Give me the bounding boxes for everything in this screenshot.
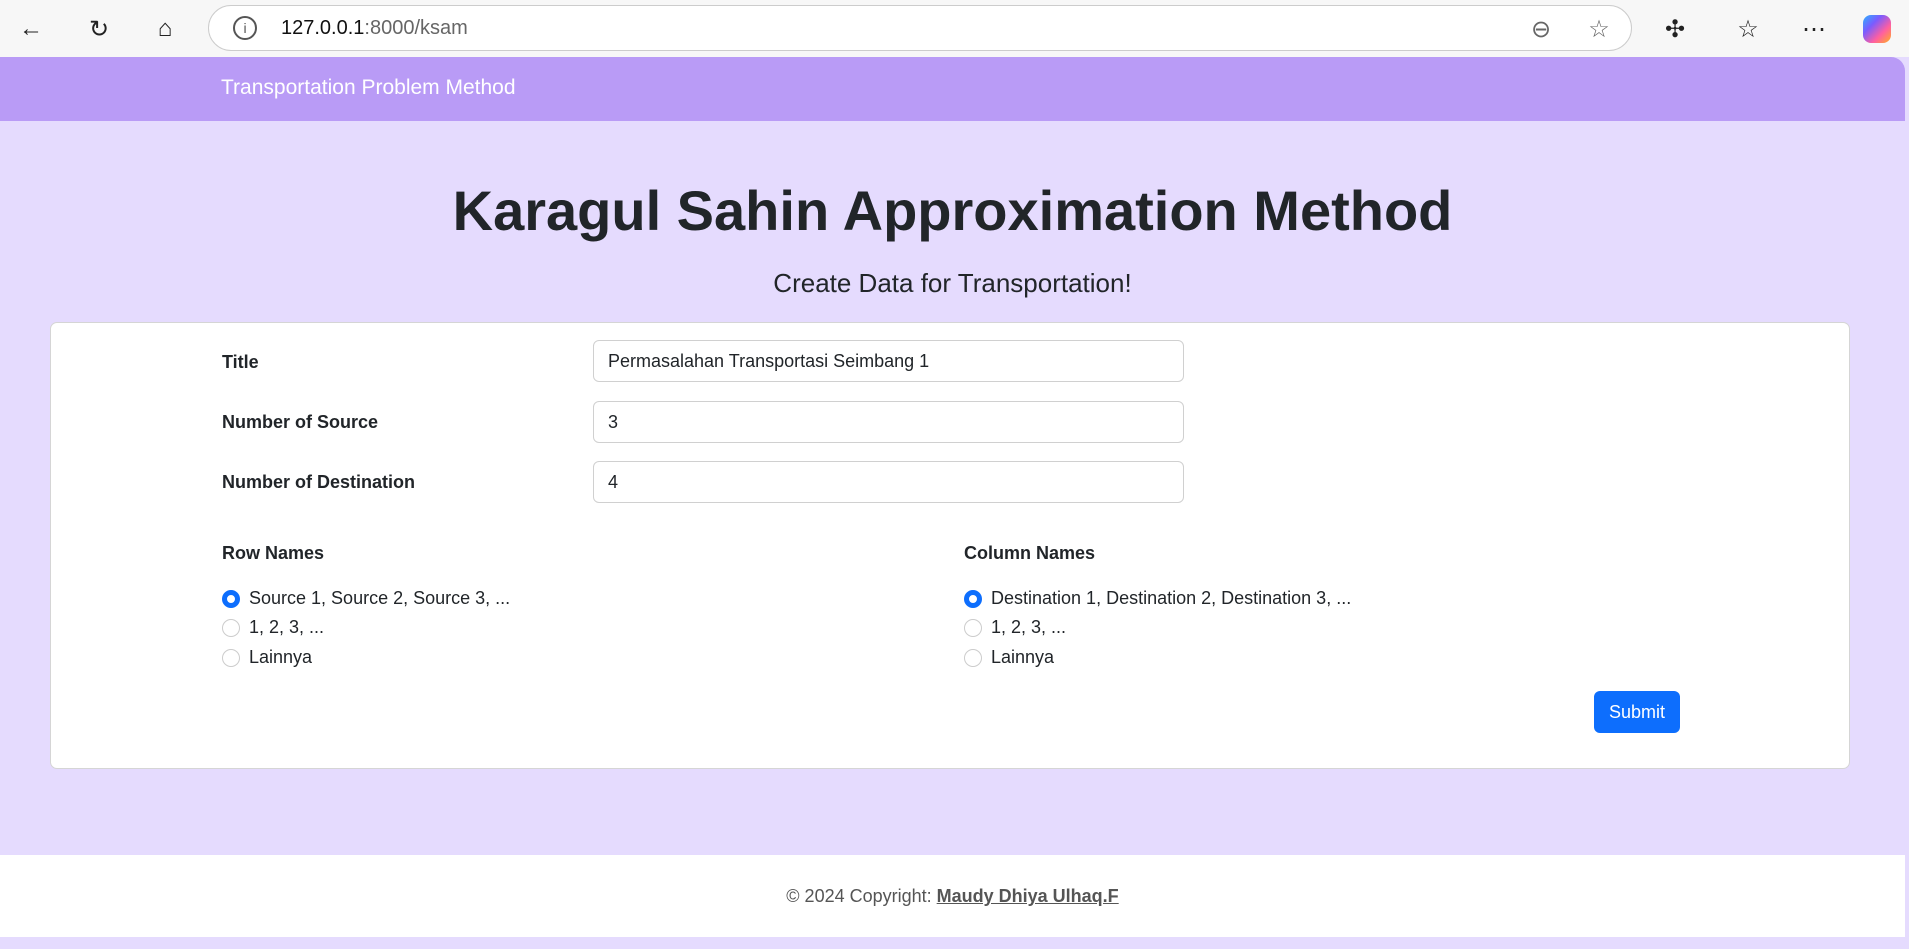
column-names-option[interactable]: Lainnya: [964, 647, 1054, 668]
zoom-out-icon[interactable]: ⊖: [1524, 12, 1558, 46]
favorite-star-icon[interactable]: ☆: [1582, 12, 1616, 46]
form-card: Title Number of Source Number of Destina…: [50, 322, 1850, 769]
copyright-text: © 2024 Copyright:: [786, 886, 937, 906]
refresh-icon[interactable]: ↻: [82, 12, 116, 46]
author-link[interactable]: Maudy Dhiya Ulhaq.F: [937, 886, 1119, 906]
address-bar[interactable]: i 127.0.0.1:8000/ksam ⊖ ☆: [208, 5, 1632, 51]
column-names-option[interactable]: Destination 1, Destination 2, Destinatio…: [964, 588, 1351, 609]
title-input[interactable]: [593, 340, 1184, 382]
option-label: 1, 2, 3, ...: [991, 617, 1067, 637]
radio-button[interactable]: [222, 589, 240, 608]
option-label: Lainnya: [249, 647, 313, 667]
more-icon[interactable]: ⋯: [1797, 12, 1831, 46]
footer: © 2024 Copyright: Maudy Dhiya Ulhaq.F: [0, 855, 1905, 937]
radio-button[interactable]: [964, 648, 982, 667]
radio-button[interactable]: [964, 618, 982, 637]
title-label: Title: [222, 352, 259, 372]
page-title: Karagul Sahin Approximation Method: [452, 179, 1453, 242]
submit-button[interactable]: Submit: [1594, 691, 1680, 733]
site-info-icon[interactable]: i: [233, 16, 257, 40]
favorites-icon[interactable]: ☆: [1731, 12, 1765, 46]
column-names-label: Column Names: [964, 543, 1096, 563]
row-names-option[interactable]: Source 1, Source 2, Source 3, ...: [222, 588, 510, 609]
column-names-option[interactable]: 1, 2, 3, ...: [964, 617, 1066, 638]
url-path: :8000/ksam: [364, 17, 468, 39]
url-host: 127.0.0.1: [281, 17, 365, 39]
row-names-option[interactable]: Lainnya: [222, 647, 312, 668]
number-of-destination-input[interactable]: [593, 461, 1184, 503]
page-subtitle: Create Data for Transportation!: [773, 268, 1132, 298]
copilot-icon[interactable]: [1860, 12, 1894, 46]
source-label: Number of Source: [222, 412, 379, 432]
option-label: Source 1, Source 2, Source 3, ...: [249, 588, 511, 608]
row-names-label: Row Names: [222, 543, 325, 563]
option-label: 1, 2, 3, ...: [249, 617, 325, 637]
radio-button[interactable]: [222, 618, 240, 637]
number-of-source-input[interactable]: [593, 401, 1184, 443]
navbar-brand[interactable]: Transportation Problem Method: [221, 76, 516, 100]
option-label: Destination 1, Destination 2, Destinatio…: [991, 588, 1352, 608]
home-icon[interactable]: ⌂: [148, 12, 182, 46]
browser-toolbar: ← ↻ ⌂ i 127.0.0.1:8000/ksam ⊖ ☆ ✣ ☆ ⋯: [0, 0, 1909, 57]
row-names-option[interactable]: 1, 2, 3, ...: [222, 617, 324, 638]
option-label: Lainnya: [991, 647, 1055, 667]
radio-button[interactable]: [222, 648, 240, 667]
destination-label: Number of Destination: [222, 472, 416, 492]
extensions-icon[interactable]: ✣: [1658, 12, 1692, 46]
navbar: Transportation Problem Method: [0, 57, 1905, 121]
radio-button[interactable]: [964, 589, 982, 608]
back-icon[interactable]: ←: [14, 12, 48, 46]
